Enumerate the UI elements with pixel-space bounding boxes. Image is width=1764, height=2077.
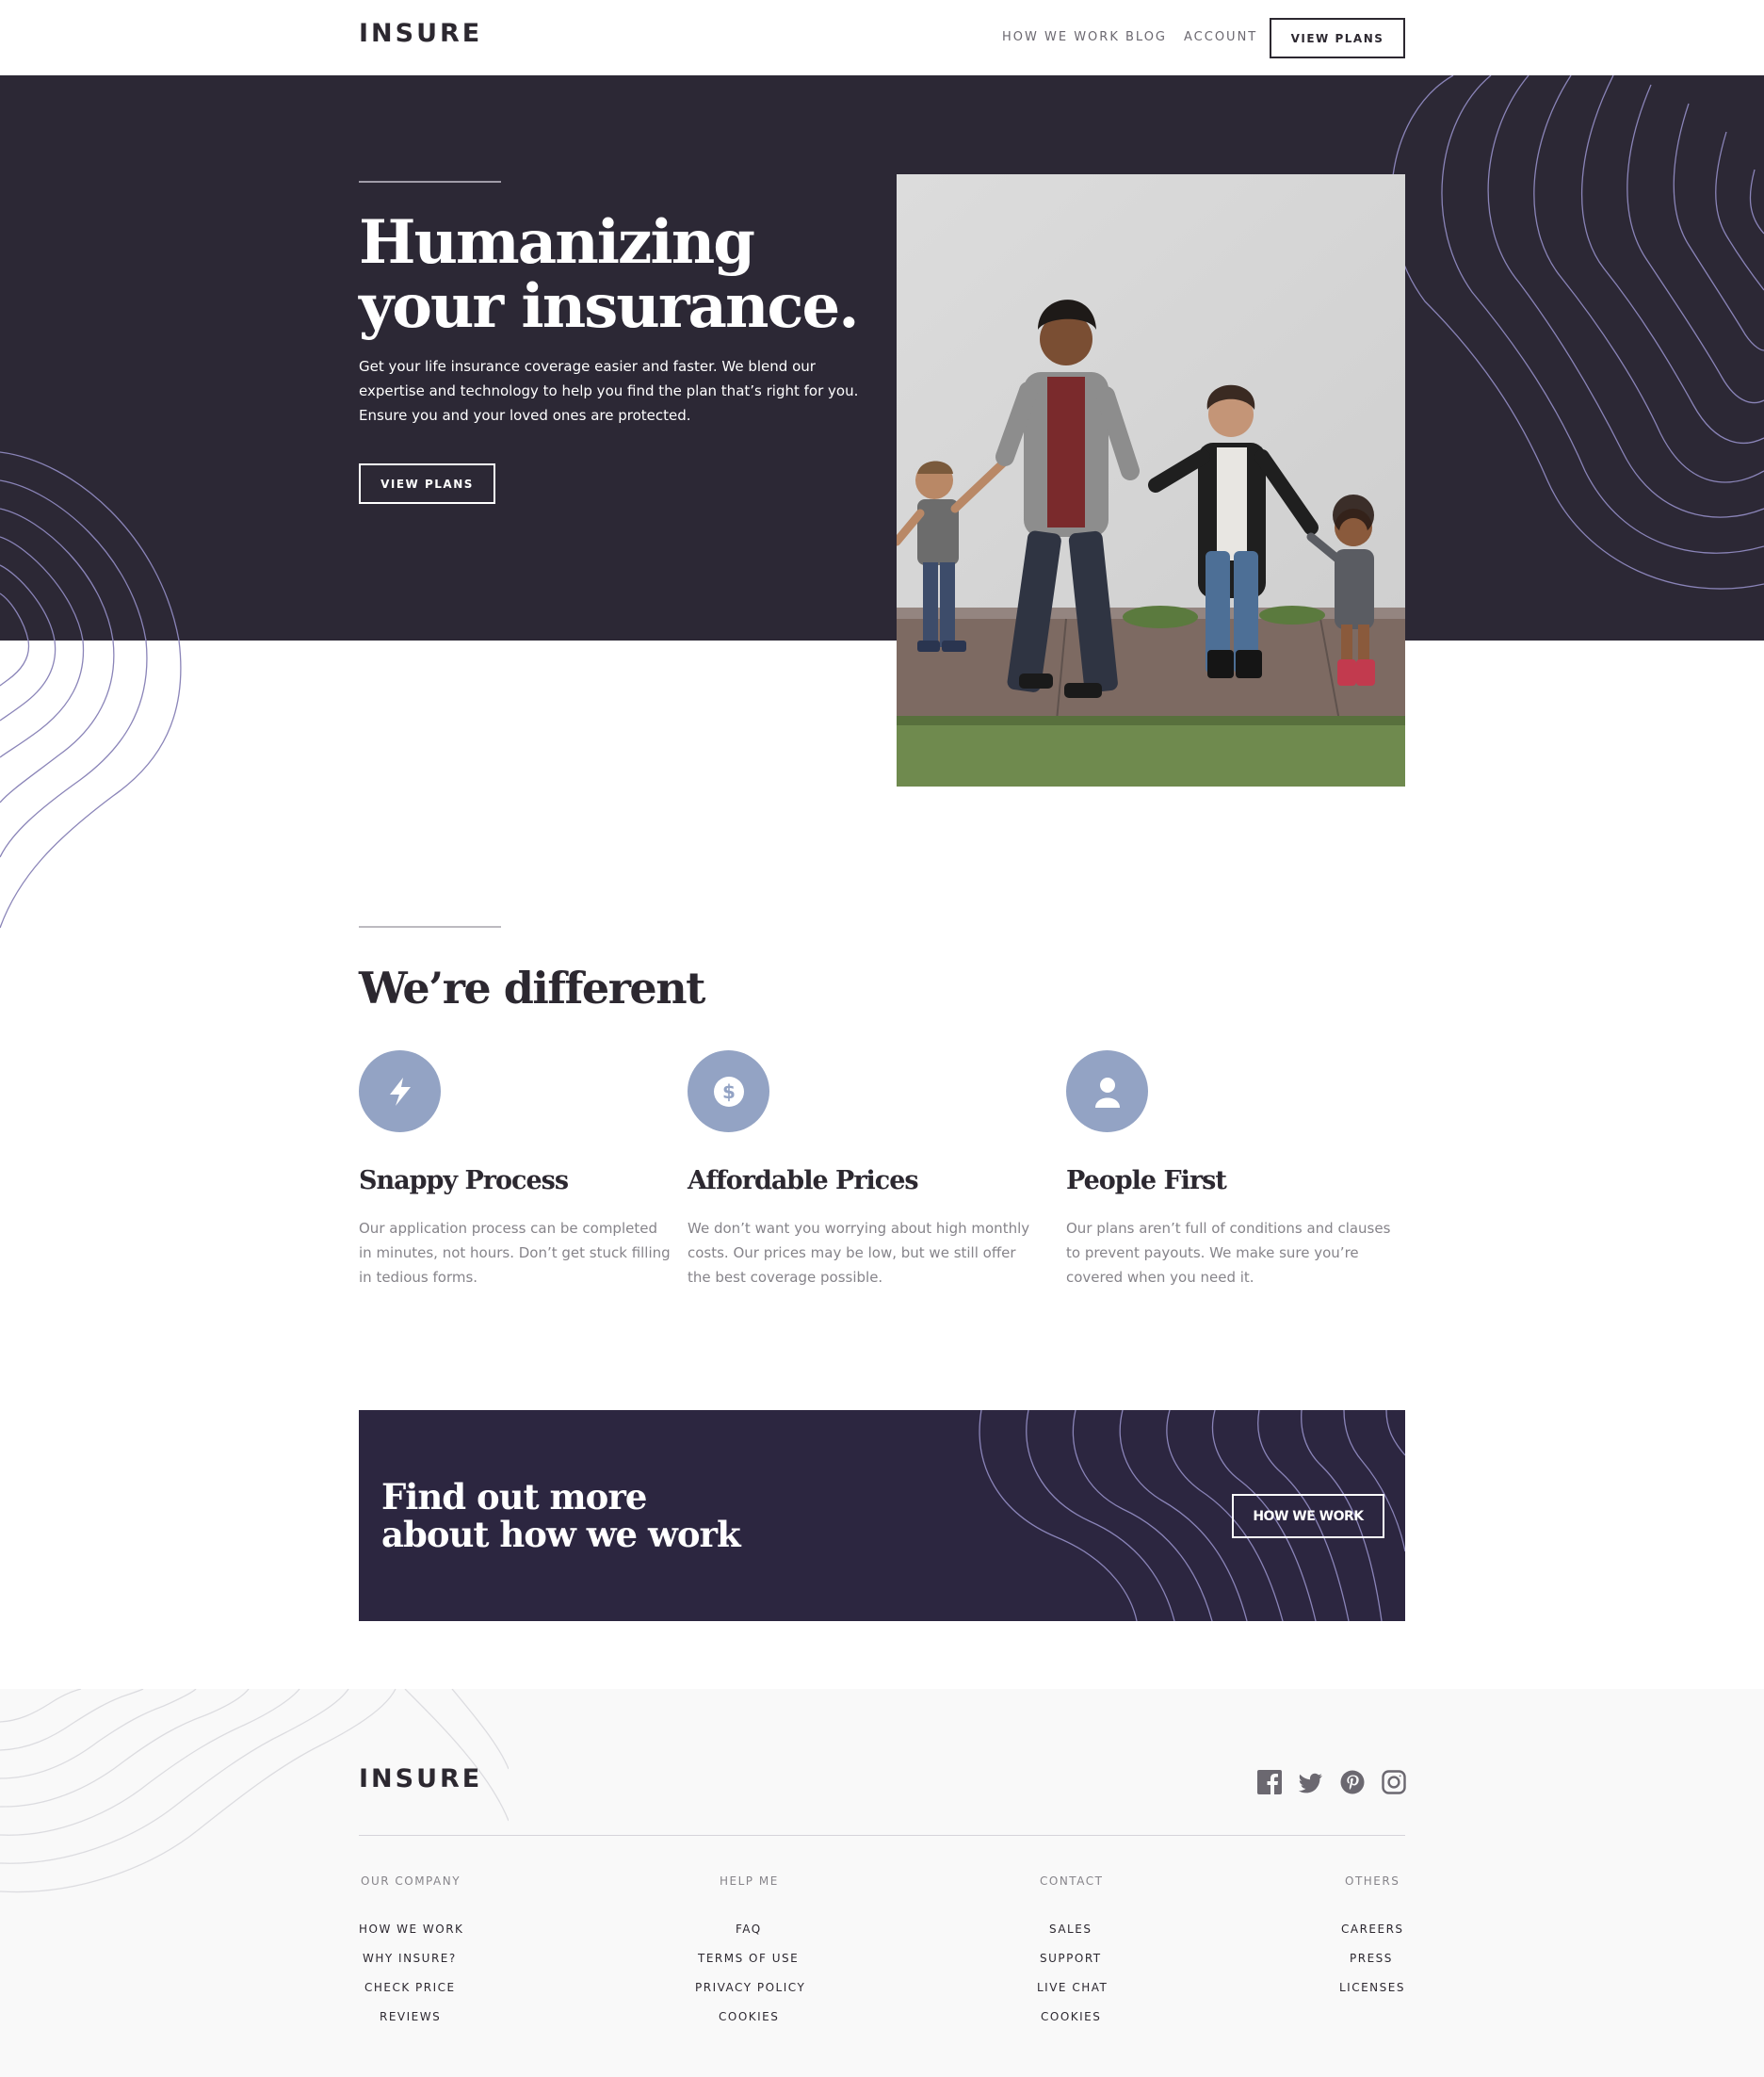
how-we-work-banner: Find out more about how we work HOW WE W… [359,1410,1405,1621]
footer-link-press[interactable]: PRESS [1350,1952,1393,1965]
site-footer: INSURE OUR COMPANY HELP ME CONTACT OTHER… [0,1689,1764,2077]
feature-text-affordable: We don’t want you worrying about high mo… [688,1220,1030,1286]
footer-heading-others: OTHERS [1345,1874,1400,1888]
footer-heading-help-me: HELP ME [720,1874,779,1888]
hero-section: Humanizing your insurance. Get your life… [0,75,1764,641]
features-title: We’re different [359,963,705,1014]
features-divider [359,926,501,928]
footer-heading-our-company: OUR COMPANY [361,1874,461,1888]
dollar-icon: $ [688,1050,769,1132]
footer-link-why-insure[interactable]: WHY INSURE? [363,1952,457,1965]
feature-title-snappy: Snappy Process [359,1166,569,1195]
lightning-icon [359,1050,441,1132]
hero-view-plans-button[interactable]: VIEW PLANS [359,463,495,504]
footer-link-check-price[interactable]: CHECK PRICE [364,1981,456,1994]
footer-link-support[interactable]: SUPPORT [1040,1952,1102,1965]
instagram-icon[interactable] [1382,1770,1406,1794]
hero-family-photo [897,174,1405,787]
footer-link-sales[interactable]: SALES [1049,1923,1092,1936]
hero-contour-pattern-left [0,451,180,641]
nav-blog[interactable]: BLOG [1125,30,1167,44]
pinterest-icon[interactable] [1340,1770,1365,1794]
footer-link-licenses[interactable]: LICENSES [1339,1981,1405,1994]
view-plans-button[interactable]: VIEW PLANS [1270,18,1405,58]
twitter-icon[interactable] [1298,1770,1323,1794]
hero-description: Get your life insurance coverage easier … [359,358,859,424]
footer-link-faq[interactable]: FAQ [736,1923,762,1936]
footer-link-how-we-work[interactable]: HOW WE WORK [359,1923,463,1936]
footer-contour-pattern [0,1689,509,1893]
nav-how-we-work[interactable]: HOW WE WORK [1002,30,1120,44]
site-logo[interactable]: INSURE [359,19,482,48]
page-contour-pattern-left [0,641,182,929]
feature-text-snappy: Our application process can be completed… [359,1220,671,1286]
facebook-icon[interactable] [1257,1770,1282,1794]
footer-divider [359,1835,1405,1836]
footer-link-cookies-contact[interactable]: COOKIES [1041,2010,1101,2023]
site-header: INSURE HOW WE WORK BLOG ACCOUNT VIEW PLA… [0,0,1764,75]
footer-logo[interactable]: INSURE [359,1764,482,1793]
footer-link-cookies-help[interactable]: COOKIES [719,2010,779,2023]
banner-title: Find out more about how we work [381,1478,852,1553]
footer-link-careers[interactable]: CAREERS [1341,1923,1404,1936]
family-illustration [897,174,1405,787]
hero-title-line2: your insurance. [359,271,860,342]
footer-link-terms-of-use[interactable]: TERMS OF USE [698,1952,799,1965]
svg-text:$: $ [722,1080,736,1103]
nav-account[interactable]: ACCOUNT [1184,30,1257,44]
hero-title-line1: Humanizing [359,207,755,278]
hero-contour-pattern-right [1390,75,1764,590]
hero-title: Humanizing your insurance. [359,211,867,339]
footer-link-reviews[interactable]: REVIEWS [380,2010,441,2023]
banner-title-line2: about how we work [381,1514,741,1555]
banner-title-line1: Find out more [381,1476,647,1517]
footer-link-live-chat[interactable]: LIVE CHAT [1037,1981,1108,1994]
how-we-work-button[interactable]: HOW WE WORK [1232,1494,1384,1538]
feature-title-people: People First [1066,1166,1227,1195]
hero-divider [359,181,501,183]
footer-heading-contact: CONTACT [1040,1874,1104,1888]
person-icon [1066,1050,1148,1132]
feature-text-people: Our plans aren’t full of conditions and … [1066,1220,1391,1286]
footer-link-privacy-policy[interactable]: PRIVACY POLICY [695,1981,805,1994]
feature-title-affordable: Affordable Prices [688,1166,919,1195]
